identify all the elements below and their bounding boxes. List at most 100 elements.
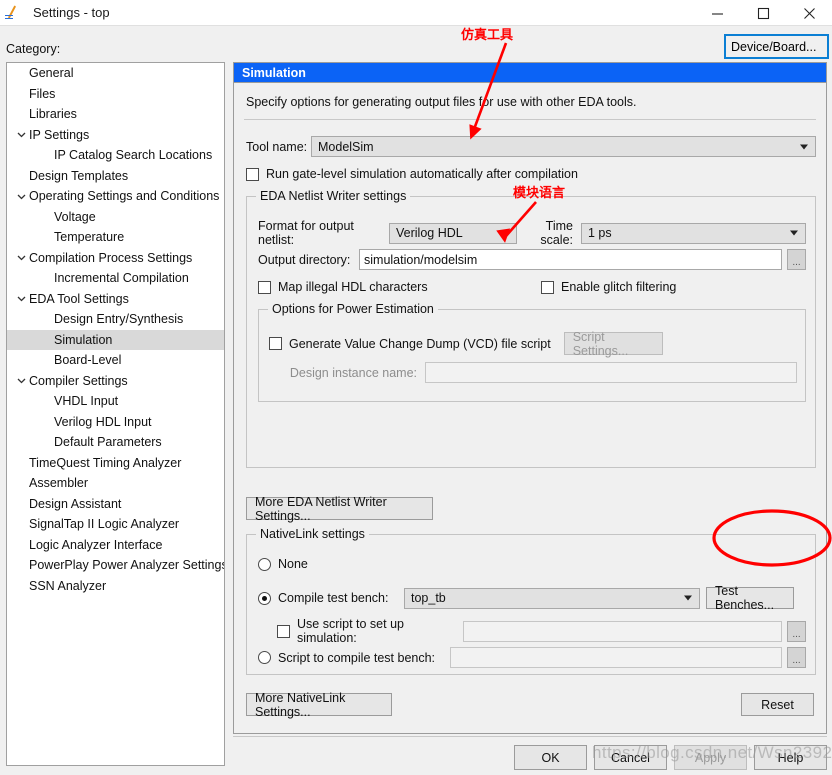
- vcd-script-label: Generate Value Change Dump (VCD) file sc…: [289, 336, 551, 351]
- use-script-browse-button[interactable]: ...: [787, 620, 806, 642]
- chevron-down-icon[interactable]: [13, 253, 29, 262]
- output-directory-input[interactable]: simulation/modelsim: [359, 249, 782, 270]
- run-gate-level-checkbox[interactable]: [246, 167, 259, 181]
- sidebar-item-timequest-timing-analyzer[interactable]: TimeQuest Timing Analyzer: [7, 453, 224, 474]
- script-compile-row[interactable]: Script to compile test bench: ...: [258, 647, 806, 668]
- sidebar-item-label: Design Assistant: [29, 496, 122, 511]
- sidebar-item-design-assistant[interactable]: Design Assistant: [7, 494, 224, 515]
- chevron-down-icon: [684, 595, 692, 601]
- sidebar-item-label: Logic Analyzer Interface: [29, 537, 163, 552]
- more-eda-netlist-writer-settings-button[interactable]: More EDA Netlist Writer Settings...: [246, 495, 433, 523]
- use-script-checkbox[interactable]: [277, 624, 290, 638]
- map-illegal-checkbox-row[interactable]: Map illegal HDL characters: [258, 280, 428, 294]
- sidebar-item-design-templates[interactable]: Design Templates: [7, 166, 224, 187]
- sidebar-item-files[interactable]: Files: [7, 84, 224, 105]
- test-benches-button[interactable]: Test Benches...: [706, 584, 794, 612]
- chevron-down-icon[interactable]: [13, 130, 29, 139]
- vcd-script-row[interactable]: Generate Value Change Dump (VCD) file sc…: [269, 330, 663, 358]
- chevron-down-icon[interactable]: [13, 294, 29, 303]
- glitch-filtering-checkbox[interactable]: [541, 280, 554, 294]
- sidebar-item-voltage[interactable]: Voltage: [7, 207, 224, 228]
- tool-name-select[interactable]: ModelSim: [311, 136, 816, 157]
- sidebar-item-label: Assembler: [29, 476, 89, 491]
- compile-test-bench-select[interactable]: top_tb: [404, 587, 700, 609]
- vcd-script-checkbox[interactable]: [269, 337, 282, 350]
- window-titlebar: Settings - top: [0, 0, 832, 26]
- sidebar-item-label: SignalTap II Logic Analyzer: [29, 517, 180, 532]
- sidebar-item-label: General: [29, 66, 74, 81]
- sidebar-item-label: IP Catalog Search Locations: [54, 148, 213, 163]
- sidebar-item-assembler[interactable]: Assembler: [7, 473, 224, 494]
- panel-title: Simulation: [234, 63, 826, 83]
- sidebar-item-temperature[interactable]: Temperature: [7, 227, 224, 248]
- compile-test-bench-value: top_tb: [411, 591, 446, 605]
- tool-name-row: Tool name: ModelSim: [246, 136, 816, 157]
- reset-button[interactable]: Reset: [741, 693, 814, 716]
- use-script-input[interactable]: [463, 620, 782, 642]
- timescale-select[interactable]: 1 ps: [581, 222, 806, 244]
- ok-button[interactable]: OK: [514, 745, 587, 770]
- script-compile-radio[interactable]: [258, 651, 271, 664]
- chevron-down-icon[interactable]: [13, 376, 29, 385]
- glitch-filtering-checkbox-row[interactable]: Enable glitch filtering: [541, 280, 676, 294]
- format-row: Format for output netlist: Verilog HDL T…: [258, 219, 806, 247]
- sidebar-item-label: Verilog HDL Input: [54, 414, 152, 429]
- sidebar-item-label: Simulation: [54, 332, 113, 347]
- power-estimation-group: Options for Power Estimation Generate Va…: [258, 302, 806, 402]
- divider: [233, 736, 827, 737]
- sidebar-item-simulation[interactable]: Simulation: [7, 329, 224, 350]
- sidebar-item-ip-catalog-search-locations[interactable]: IP Catalog Search Locations: [7, 145, 224, 166]
- sidebar-item-ssn-analyzer[interactable]: SSN Analyzer: [7, 576, 224, 597]
- sidebar-item-libraries[interactable]: Libraries: [7, 104, 224, 125]
- sidebar-item-default-parameters[interactable]: Default Parameters: [7, 432, 224, 453]
- category-tree[interactable]: General Files Libraries IP Settings IP Catal…: [6, 62, 225, 766]
- sidebar-item-compilation-process-settings[interactable]: Compilation Process Settings: [7, 248, 224, 269]
- sidebar-item-powerplay-power-analyzer-settings[interactable]: PowerPlay Power Analyzer Settings: [7, 555, 224, 576]
- script-compile-browse-button[interactable]: ...: [787, 647, 806, 668]
- sidebar-item-general[interactable]: General: [7, 63, 224, 84]
- sidebar-item-verilog-hdl-input[interactable]: Verilog HDL Input: [7, 412, 224, 433]
- map-illegal-label: Map illegal HDL characters: [278, 280, 428, 294]
- tool-name-value: ModelSim: [318, 139, 374, 154]
- sidebar-item-ip-settings[interactable]: IP Settings: [7, 125, 224, 146]
- sidebar-item-signaltap-ii-logic-analyzer[interactable]: SignalTap II Logic Analyzer: [7, 514, 224, 535]
- output-directory-browse-button[interactable]: ...: [787, 249, 806, 270]
- sidebar-item-operating-settings-and-conditions[interactable]: Operating Settings and Conditions: [7, 186, 224, 207]
- minimize-icon[interactable]: [694, 0, 740, 26]
- close-icon[interactable]: [786, 0, 832, 26]
- nativelink-none-row[interactable]: None: [258, 557, 308, 571]
- nativelink-none-label: None: [278, 557, 308, 571]
- device-board-button[interactable]: Device/Board...: [724, 34, 829, 59]
- more-nativelink-settings-button[interactable]: More NativeLink Settings...: [246, 691, 392, 719]
- output-directory-row: Output directory: simulation/modelsim ..…: [258, 249, 806, 270]
- sidebar-item-design-entry-synthesis[interactable]: Design Entry/Synthesis: [7, 309, 224, 330]
- run-gate-level-checkbox-row[interactable]: Run gate-level simulation automatically …: [246, 167, 578, 181]
- sidebar-item-vhdl-input[interactable]: VHDL Input: [7, 391, 224, 412]
- compile-test-bench-label: Compile test bench:: [278, 591, 389, 605]
- maximize-icon[interactable]: [740, 0, 786, 26]
- script-compile-input[interactable]: [450, 647, 782, 668]
- compile-test-bench-row[interactable]: Compile test bench: top_tb Test Benches.…: [258, 584, 806, 612]
- map-illegal-checkbox[interactable]: [258, 280, 271, 294]
- divider: [244, 119, 816, 120]
- use-script-row[interactable]: Use script to set up simulation: ...: [277, 617, 806, 645]
- watermark-text: https://blog.csdn.net/Wsn2392523: [592, 743, 832, 762]
- script-settings-button: Script Settings...: [563, 330, 663, 358]
- use-script-label: Use script to set up simulation:: [297, 617, 404, 645]
- nativelink-none-radio[interactable]: [258, 557, 271, 571]
- sidebar-item-logic-analyzer-interface[interactable]: Logic Analyzer Interface: [7, 535, 224, 556]
- sidebar-item-board-level[interactable]: Board-Level: [7, 350, 224, 371]
- sidebar-item-eda-tool-settings[interactable]: EDA Tool Settings: [7, 289, 224, 310]
- sidebar-item-label: Board-Level: [54, 353, 122, 368]
- sidebar-item-compiler-settings[interactable]: Compiler Settings: [7, 371, 224, 392]
- sidebar-item-incremental-compilation[interactable]: Incremental Compilation: [7, 268, 224, 289]
- category-label: Category:: [6, 42, 61, 56]
- format-value: Verilog HDL: [396, 226, 463, 240]
- sidebar-item-label: PowerPlay Power Analyzer Settings: [29, 558, 225, 573]
- sidebar-item-label: Operating Settings and Conditions: [29, 189, 220, 204]
- sidebar-item-label: Libraries: [29, 107, 77, 122]
- chevron-down-icon[interactable]: [13, 192, 29, 201]
- format-select[interactable]: Verilog HDL: [389, 222, 517, 244]
- compile-test-bench-radio[interactable]: [258, 591, 271, 605]
- sidebar-item-label: Design Entry/Synthesis: [54, 312, 184, 327]
